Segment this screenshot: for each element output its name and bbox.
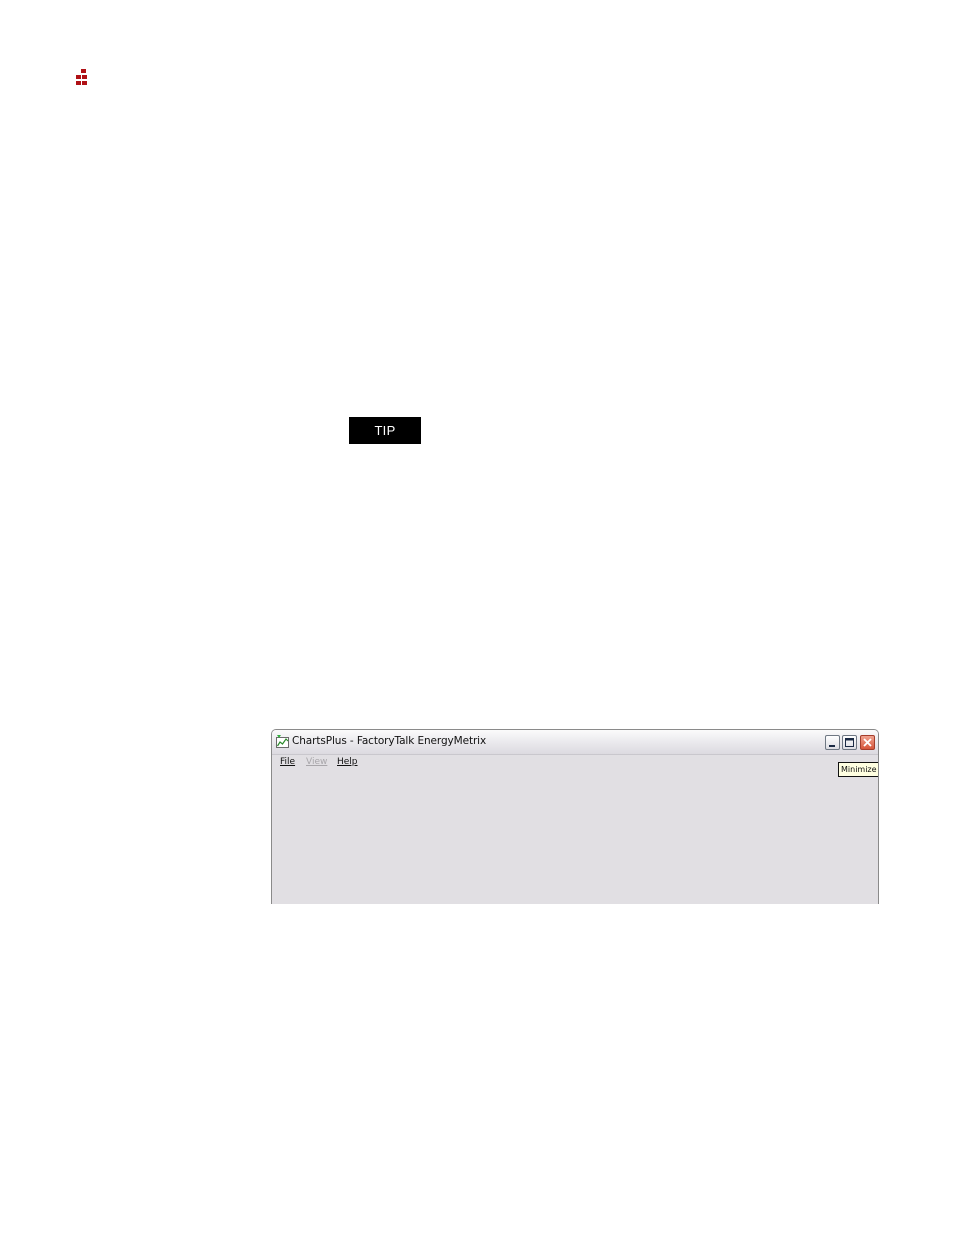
title-bar[interactable]: ChartsPlus - FactoryTalk EnergyMetrix	[272, 730, 878, 755]
maximize-button[interactable]	[842, 735, 857, 750]
menu-view-label: View	[306, 757, 328, 767]
minimize-icon	[829, 745, 835, 747]
chartsplus-app-icon	[276, 735, 289, 748]
close-button[interactable]	[860, 735, 875, 750]
tip-label: TIP	[349, 417, 421, 444]
menu-help-label: Help	[337, 757, 358, 767]
chartsplus-window: ChartsPlus - FactoryTalk EnergyMetrix Fi…	[271, 729, 879, 904]
minimize-button[interactable]	[825, 735, 840, 750]
window-title: ChartsPlus - FactoryTalk EnergyMetrix	[292, 735, 487, 747]
manual-page: TIP ChartsPlus - FactoryTalk EnergyMetri…	[0, 0, 954, 1235]
menu-file-label: File	[280, 757, 296, 767]
maximize-icon	[845, 738, 854, 747]
menu-view[interactable]: View	[306, 757, 327, 767]
menu-help[interactable]: Help	[337, 757, 358, 767]
menu-bar: File View Help	[272, 755, 878, 771]
red-dots-logo-icon	[76, 69, 90, 86]
close-icon	[863, 738, 872, 747]
menu-file[interactable]: File	[280, 757, 295, 767]
minimize-tooltip: Minimize	[838, 762, 878, 777]
